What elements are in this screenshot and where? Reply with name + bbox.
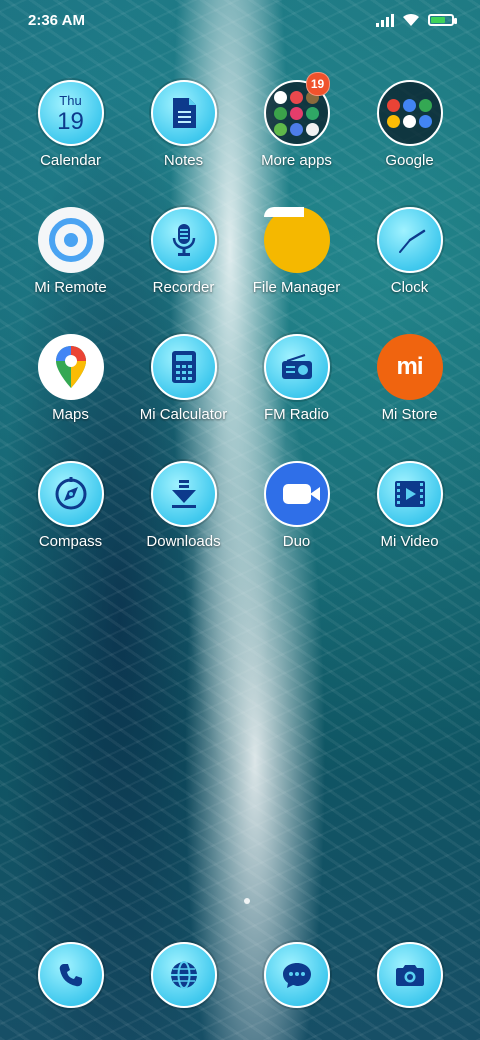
app-label: Recorder — [152, 279, 215, 296]
globe-icon — [150, 942, 217, 1008]
dock-browser[interactable] — [127, 942, 240, 1008]
notification-badge: 19 — [305, 72, 330, 96]
folder-icon — [376, 80, 443, 146]
mi-logo-icon: mi — [376, 334, 443, 400]
app-label: Notes — [163, 152, 204, 169]
app-label: Mi Calculator — [139, 406, 228, 423]
folder-file-icon — [263, 207, 330, 273]
app-recorder[interactable]: Recorder — [127, 207, 240, 296]
app-label: Mi Video — [380, 533, 439, 550]
app-label: Compass — [38, 533, 103, 550]
video-camera-icon — [263, 461, 330, 527]
app-mi-remote[interactable]: Mi Remote — [14, 207, 127, 296]
app-label: Downloads — [146, 533, 221, 550]
app-label: Mi Store — [381, 406, 438, 423]
calendar-day: Thu — [59, 93, 82, 108]
app-label: Google — [385, 152, 434, 169]
dock-phone[interactable] — [14, 942, 127, 1008]
wifi-icon — [403, 13, 419, 26]
status-bar: 2:36 AM — [0, 0, 480, 40]
app-downloads[interactable]: Downloads — [127, 461, 240, 550]
map-pin-icon — [37, 334, 104, 400]
dock-camera[interactable] — [353, 942, 466, 1008]
app-file-manager[interactable]: File Manager — [240, 207, 353, 296]
app-mi-store[interactable]: mi Mi Store — [353, 334, 466, 423]
app-fm-radio[interactable]: FM Radio — [240, 334, 353, 423]
app-label: Clock — [390, 279, 429, 296]
app-label: Maps — [52, 406, 89, 423]
calendar-icon: Thu 19 — [37, 80, 104, 146]
app-mi-calculator[interactable]: Mi Calculator — [127, 334, 240, 423]
app-label: Calendar — [40, 152, 101, 169]
calculator-icon — [150, 334, 217, 400]
folder-more-apps[interactable]: 19 More apps — [240, 72, 353, 169]
message-icon — [263, 942, 330, 1008]
app-calendar[interactable]: Thu 19 Calendar — [14, 80, 127, 169]
film-icon — [376, 461, 443, 527]
app-label: Mi Remote — [34, 279, 107, 296]
app-label: More apps — [261, 152, 332, 169]
app-duo[interactable]: Duo — [240, 461, 353, 550]
folder-icon: 19 — [263, 72, 330, 146]
page-indicator — [244, 898, 250, 904]
clock-icon — [376, 207, 443, 273]
microphone-icon — [150, 207, 217, 273]
compass-icon — [37, 461, 104, 527]
radio-icon — [263, 334, 330, 400]
dock — [14, 942, 466, 1008]
app-maps[interactable]: Maps — [14, 334, 127, 423]
app-compass[interactable]: Compass — [14, 461, 127, 550]
app-mi-video[interactable]: Mi Video — [353, 461, 466, 550]
dock-messages[interactable] — [240, 942, 353, 1008]
app-label: FM Radio — [263, 406, 330, 423]
app-label: Duo — [282, 533, 311, 550]
app-grid: Thu 19 Calendar Notes 19 More apps Googl… — [14, 72, 466, 550]
folder-google[interactable]: Google — [353, 80, 466, 169]
calendar-date: 19 — [57, 108, 84, 135]
app-clock[interactable]: Clock — [353, 207, 466, 296]
phone-icon — [37, 942, 104, 1008]
app-label: File Manager — [252, 279, 341, 296]
signal-icon — [376, 13, 394, 27]
app-notes[interactable]: Notes — [127, 80, 240, 169]
clock-time: 2:36 AM — [28, 11, 85, 29]
remote-icon — [37, 207, 104, 273]
mi-logo-text: mi — [396, 353, 423, 380]
download-icon — [150, 461, 217, 527]
camera-icon — [376, 942, 443, 1008]
notes-icon — [150, 80, 217, 146]
battery-charging-icon — [428, 14, 457, 26]
